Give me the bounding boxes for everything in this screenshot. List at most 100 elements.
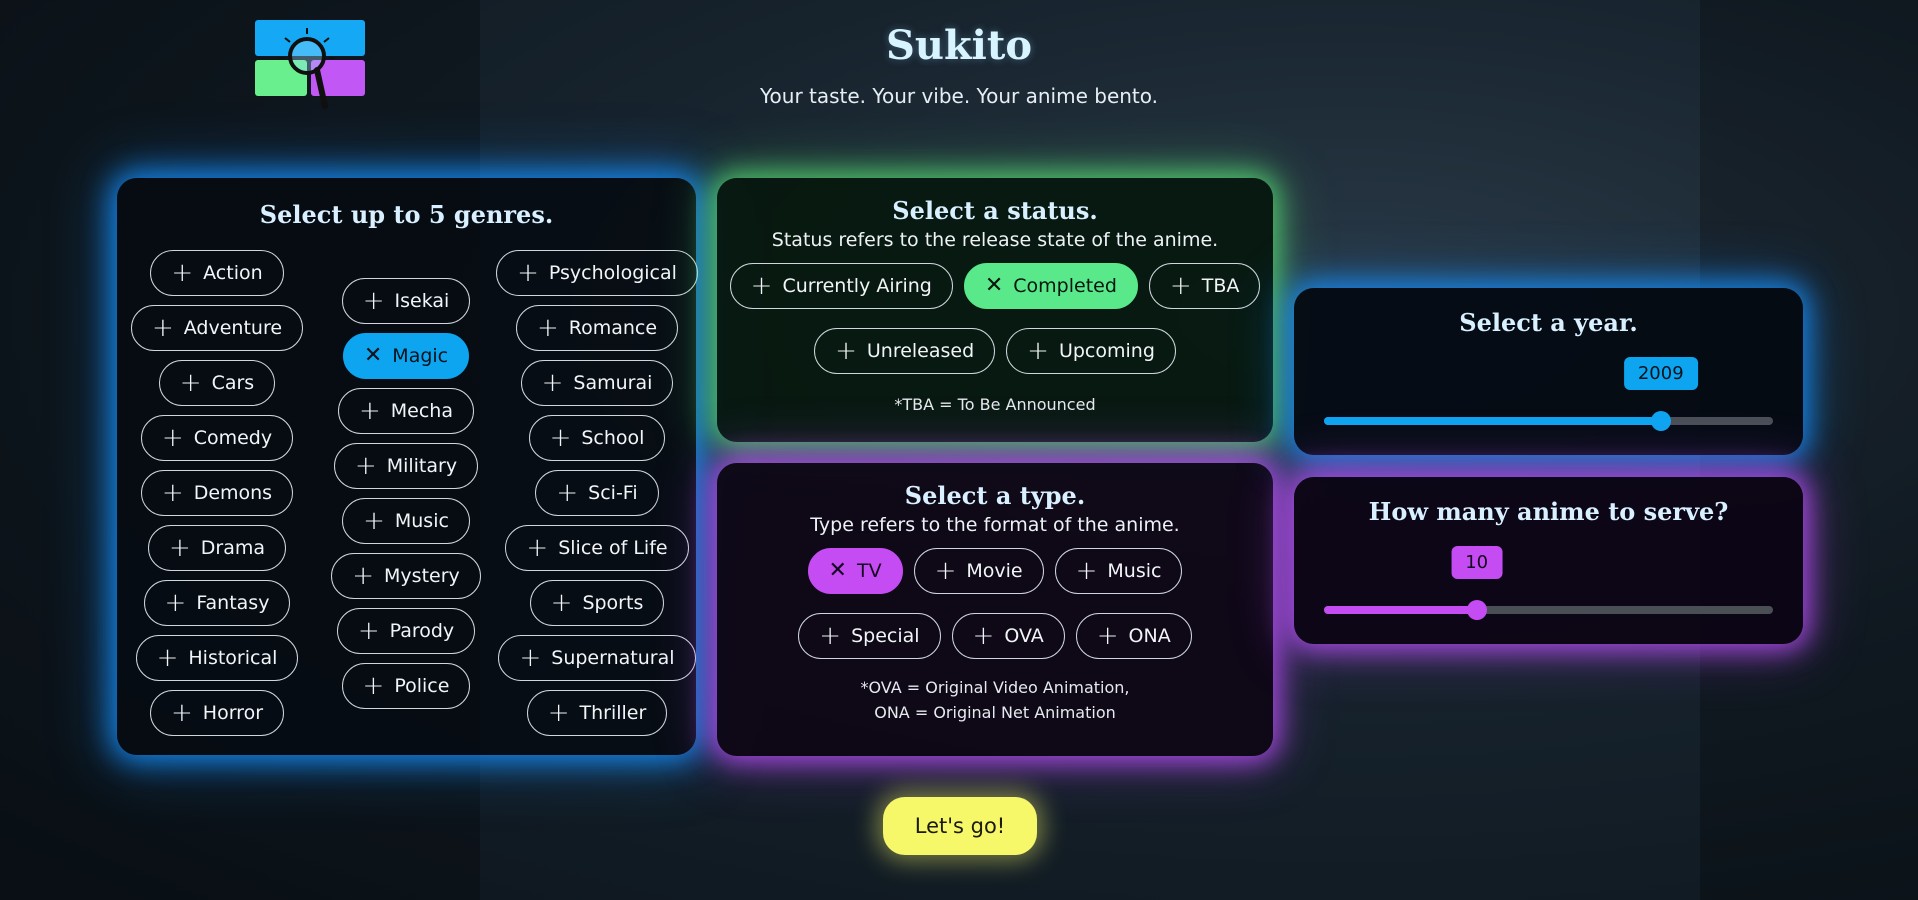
count-card: How many anime to serve? 10 [1294, 477, 1803, 644]
type-chip-tv[interactable]: ✕ TV [807, 548, 903, 594]
status-chip-label: Upcoming [1058, 340, 1155, 362]
status-card: Select a status. Status refers to the re… [717, 178, 1273, 442]
status-chip-label: TBA [1201, 275, 1240, 297]
genre-chip-label: Mecha [390, 400, 453, 422]
genre-chip-label: Cars [211, 372, 255, 394]
genre-chip-horror[interactable]: + Horror [149, 690, 285, 736]
app-title: Sukito [885, 22, 1033, 69]
status-chip-currently-airing[interactable]: + Currently Airing [729, 263, 953, 309]
genre-chip-label: Thriller [579, 702, 647, 724]
count-slider-thumb[interactable] [1466, 600, 1487, 620]
type-note: *OVA = Original Video Animation, ONA = O… [717, 675, 1273, 725]
tagline: Your taste. Your vibe. Your anime bento. [759, 84, 1159, 108]
genre-chip-label: Parody [389, 620, 455, 642]
plus-icon: + [536, 313, 559, 343]
count-value-badge: 10 [1451, 546, 1503, 579]
genre-chip-label: Isekai [394, 290, 450, 312]
genre-chip-school[interactable]: + School [528, 415, 666, 461]
genre-chip-samurai[interactable]: + Samurai [520, 360, 674, 406]
plus-icon: + [934, 556, 957, 586]
status-chip-completed[interactable]: ✕ Completed [963, 263, 1138, 309]
genre-chip-label: Police [394, 675, 450, 697]
genre-chip-fantasy[interactable]: + Fantasy [143, 580, 291, 626]
plus-icon: + [161, 478, 184, 508]
plus-icon: + [354, 451, 377, 481]
status-subtitle: Status refers to the release state of th… [771, 229, 1219, 251]
status-chip-upcoming[interactable]: + Upcoming [1006, 328, 1176, 374]
plus-icon: + [550, 588, 573, 618]
type-row: ✕ TV + Movie + Music [717, 548, 1273, 594]
genre-chip-label: Demons [193, 482, 273, 504]
type-chip-label: OVA [1004, 625, 1044, 647]
plus-icon: + [151, 313, 174, 343]
genre-chip-adventure[interactable]: + Adventure [130, 305, 304, 351]
type-card: Select a type. Type refers to the format… [717, 463, 1273, 756]
plus-icon: + [1096, 621, 1119, 651]
genre-chip-comedy[interactable]: + Comedy [140, 415, 294, 461]
genre-chip-parody[interactable]: + Parody [336, 608, 476, 654]
genre-chip-drama[interactable]: + Drama [147, 525, 287, 571]
type-chip-label: TV [856, 560, 882, 582]
plus-icon: + [171, 258, 194, 288]
genre-chip-military[interactable]: + Military [333, 443, 479, 489]
plus-icon: + [362, 286, 385, 316]
genre-chip-romance[interactable]: + Romance [515, 305, 679, 351]
x-icon: ✕ [984, 273, 1004, 298]
lets-go-button[interactable]: Let's go! [883, 797, 1037, 855]
type-row: + Special + OVA + ONA [717, 613, 1273, 659]
genre-chip-demons[interactable]: + Demons [140, 470, 294, 516]
genre-chip-police[interactable]: + Police [341, 663, 471, 709]
genre-chip-psychological[interactable]: + Psychological [496, 250, 698, 296]
status-title: Select a status. [892, 196, 1098, 225]
status-chip-tba[interactable]: + TBA [1148, 263, 1261, 309]
count-title: How many anime to serve? [1368, 497, 1729, 526]
status-chip-unreleased[interactable]: + Unreleased [814, 328, 996, 374]
genre-chip-sports[interactable]: + Sports [529, 580, 665, 626]
plus-icon: + [547, 698, 570, 728]
year-title: Select a year. [1459, 308, 1638, 337]
genre-chip-sci-fi[interactable]: + Sci-Fi [535, 470, 659, 516]
year-card: Select a year. 2009 [1294, 288, 1803, 455]
x-icon: ✕ [363, 343, 383, 368]
genre-chip-label: Fantasy [196, 592, 270, 614]
status-chip-label: Currently Airing [782, 275, 932, 297]
plus-icon: + [556, 478, 579, 508]
type-chip-special[interactable]: + Special [798, 613, 941, 659]
status-row: + Currently Airing ✕ Completed + TBA [717, 263, 1273, 309]
status-chip-label: Unreleased [866, 340, 975, 362]
plus-icon: + [358, 396, 381, 426]
genre-chip-slice-of-life[interactable]: + Slice of Life [505, 525, 689, 571]
genre-chip-isekai[interactable]: + Isekai [341, 278, 471, 324]
genre-chip-mecha[interactable]: + Mecha [337, 388, 474, 434]
genre-chip-mystery[interactable]: + Mystery [331, 553, 481, 599]
genre-chip-music[interactable]: + Music [342, 498, 470, 544]
genre-chip-thriller[interactable]: + Thriller [526, 690, 668, 736]
plus-icon: + [517, 258, 539, 288]
genre-chip-historical[interactable]: + Historical [135, 635, 299, 681]
type-subtitle: Type refers to the format of the anime. [810, 514, 1180, 536]
type-note-line-1: *OVA = Original Video Animation, [860, 678, 1130, 697]
status-note: *TBA = To Be Announced [894, 395, 1096, 414]
genre-chip-label: Historical [188, 647, 278, 669]
genre-chip-magic[interactable]: ✕ Magic [342, 333, 470, 379]
type-chip-movie[interactable]: + Movie [913, 548, 1044, 594]
genre-chip-label: Horror [202, 702, 264, 724]
genre-chip-label: Drama [200, 537, 266, 559]
count-slider-fill [1324, 606, 1477, 614]
plus-icon: + [835, 336, 857, 366]
type-chip-ona[interactable]: + ONA [1075, 613, 1192, 659]
type-chip-music[interactable]: + Music [1054, 548, 1183, 594]
plus-icon: + [1027, 336, 1049, 366]
plus-icon: + [541, 368, 564, 398]
genre-chip-label: Slice of Life [558, 537, 668, 559]
type-chip-label: Special [851, 625, 920, 647]
plus-icon: + [362, 671, 385, 701]
year-slider-thumb[interactable] [1650, 411, 1671, 431]
genre-chip-cars[interactable]: + Cars [158, 360, 276, 406]
plus-icon: + [357, 616, 380, 646]
genre-chip-supernatural[interactable]: + Supernatural [498, 635, 696, 681]
genre-chip-action[interactable]: + Action [150, 250, 284, 296]
genre-chip-label: Sports [582, 592, 644, 614]
genres-card: Select up to 5 genres. + Action + Adventure… [117, 178, 698, 755]
type-chip-ova[interactable]: + OVA [951, 613, 1065, 659]
